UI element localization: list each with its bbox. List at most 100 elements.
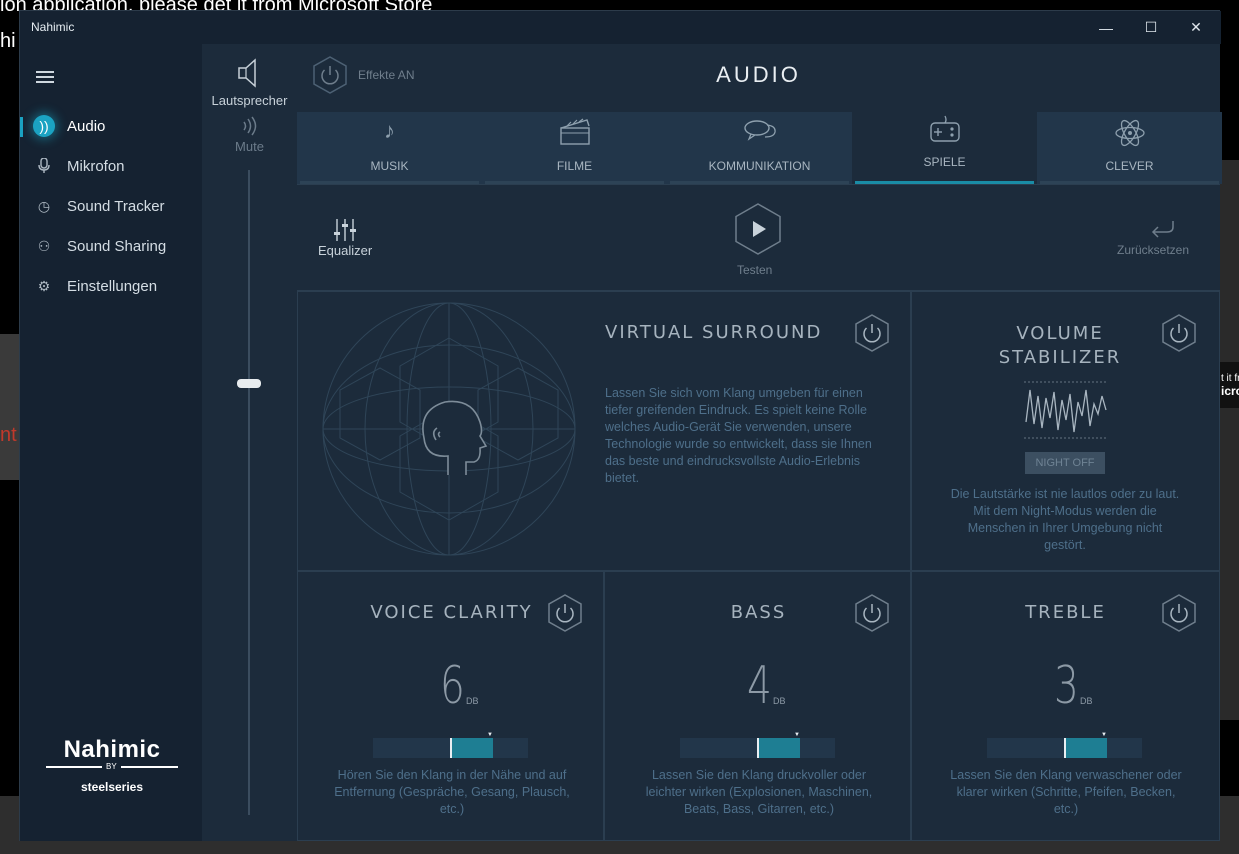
level-value: 4 bbox=[747, 656, 772, 716]
minimize-icon: — bbox=[1099, 19, 1113, 36]
caret-icon: ▼ bbox=[794, 732, 800, 738]
panel-description: Lassen Sie sich vom Klang umgeben für ei… bbox=[605, 386, 872, 485]
sidebar: )) Audio Mikrofon ◷ Sound Tracker ⚇ Soun… bbox=[20, 44, 202, 841]
tab-label: CLEVER bbox=[1105, 159, 1154, 173]
atom-icon bbox=[1037, 118, 1222, 154]
panel-description: Die Lautstärke ist nie lautlos oder zu l… bbox=[950, 487, 1180, 552]
level-unit: DB bbox=[1080, 696, 1093, 706]
reset-icon[interactable] bbox=[1149, 219, 1175, 244]
level-slider[interactable]: ▼ bbox=[680, 732, 835, 758]
level-slider[interactable]: ▼ bbox=[373, 732, 528, 758]
tab-clever[interactable]: CLEVER bbox=[1037, 112, 1222, 184]
active-indicator bbox=[20, 117, 23, 137]
play-test-button[interactable] bbox=[735, 203, 781, 255]
equalizer-icon[interactable] bbox=[333, 217, 357, 243]
gamepad-icon bbox=[852, 114, 1037, 150]
tools-row: Equalizer Testen Zurücksetzen bbox=[297, 184, 1220, 291]
nahimic-window: Nahimic — ☐ ✕ )) Audio Mikrofon ◷ Sound … bbox=[19, 10, 1222, 841]
device-label: Lautsprecher bbox=[211, 93, 288, 108]
steelseries-logo: steelseries bbox=[80, 780, 144, 794]
treble-power-button[interactable] bbox=[1162, 594, 1196, 632]
sidebar-item-audio[interactable]: )) Audio bbox=[20, 110, 202, 142]
bass-power-button[interactable] bbox=[855, 594, 889, 632]
sidebar-item-label: Einstellungen bbox=[67, 277, 158, 295]
panel-description: Lassen Sie den Klang druckvoller oder le… bbox=[645, 768, 873, 816]
tab-label: SPIELE bbox=[923, 155, 966, 169]
voice-clarity-power-button[interactable] bbox=[548, 594, 582, 632]
tab-label: FILME bbox=[556, 159, 593, 173]
mute-button[interactable]: Mute bbox=[202, 139, 297, 154]
reset-button[interactable]: Zurücksetzen bbox=[1117, 243, 1189, 257]
tab-kommunikation[interactable]: KOMMUNIKATION bbox=[667, 112, 852, 184]
compass-icon: ◷ bbox=[37, 197, 51, 214]
tab-filme[interactable]: FILME bbox=[482, 112, 667, 184]
window-title: Nahimic bbox=[31, 20, 75, 34]
tab-musik[interactable]: ♪ MUSIK bbox=[297, 112, 482, 184]
waveform-graphic bbox=[1024, 380, 1108, 440]
maximize-icon: ☐ bbox=[1144, 19, 1158, 35]
sidebar-item-label: Mikrofon bbox=[67, 157, 125, 175]
bass-panel: BASS 4 DB ▼ Lassen Sie den Klang druckvo… bbox=[604, 571, 911, 841]
close-button[interactable]: ✕ bbox=[1173, 11, 1219, 44]
power-icon bbox=[1162, 314, 1196, 352]
power-icon bbox=[548, 594, 582, 632]
volume-slider-track[interactable] bbox=[248, 170, 250, 815]
sharing-icon: ⚇ bbox=[37, 237, 51, 254]
power-icon bbox=[1162, 594, 1196, 632]
tab-spiele[interactable]: SPIELE bbox=[852, 112, 1037, 184]
level-slider-thumb[interactable] bbox=[757, 738, 759, 758]
audio-waves-icon: )) bbox=[33, 115, 55, 137]
desktop-background-strip bbox=[1219, 160, 1239, 720]
maximize-button[interactable]: ☐ bbox=[1128, 11, 1174, 44]
caret-icon: ▼ bbox=[487, 732, 493, 738]
sidebar-item-sound-sharing[interactable]: ⚇ Sound Sharing bbox=[20, 230, 202, 262]
page-title: AUDIO bbox=[716, 62, 801, 87]
level-slider-thumb[interactable] bbox=[1064, 738, 1066, 758]
volume-stabilizer-panel: VOLUME STABILIZER NIGHT OFF Die Lautstär… bbox=[911, 291, 1220, 571]
level-slider[interactable]: ▼ bbox=[987, 732, 1142, 758]
panel-description: Hören Sie den Klang in der Nähe und auf … bbox=[334, 768, 570, 816]
equalizer-button[interactable]: Equalizer bbox=[318, 243, 372, 258]
chat-bubbles-icon bbox=[667, 118, 852, 150]
volume-slider-thumb[interactable] bbox=[237, 379, 261, 388]
level-value: 6 bbox=[440, 656, 465, 716]
volume-stabilizer-power-button[interactable] bbox=[1162, 314, 1196, 352]
panel-description: Lassen Sie den Klang verwaschener oder k… bbox=[950, 768, 1182, 816]
title-bar[interactable]: Nahimic — ☐ ✕ bbox=[20, 11, 1221, 44]
voice-clarity-panel: VOICE CLARITY 6 DB ▼ Hören Sie den Klang… bbox=[297, 571, 604, 841]
virtual-surround-panel: VIRTUAL SURROUND Lassen Sie sich vom Kla… bbox=[297, 291, 911, 571]
surround-sphere-graphic bbox=[320, 298, 578, 565]
clapperboard-icon bbox=[482, 118, 667, 152]
microphone-icon bbox=[34, 156, 54, 176]
speaker-icon[interactable] bbox=[237, 58, 263, 94]
brand-by-divider: BY bbox=[46, 762, 178, 771]
power-icon bbox=[855, 314, 889, 352]
night-mode-button[interactable]: NIGHT OFF bbox=[1025, 452, 1105, 474]
level-slider-fill bbox=[451, 738, 493, 758]
panel-title: VIRTUAL SURROUND bbox=[605, 322, 823, 343]
sidebar-item-sound-tracker[interactable]: ◷ Sound Tracker bbox=[20, 190, 202, 222]
tab-label: KOMMUNIKATION bbox=[708, 159, 811, 173]
level-unit: DB bbox=[773, 696, 786, 706]
background-right-text: t it fr icro bbox=[1221, 373, 1239, 398]
sidebar-item-label: Sound Sharing bbox=[67, 237, 167, 255]
main-content: Effekte AN AUDIO ♪ MUSIK FILME KOMMUNIKA… bbox=[297, 44, 1222, 841]
hamburger-menu-icon[interactable] bbox=[36, 71, 54, 85]
volume-column: Lautsprecher Mute bbox=[202, 44, 297, 841]
minimize-button[interactable]: — bbox=[1083, 11, 1129, 44]
background-text: hi bbox=[0, 30, 16, 52]
close-icon: ✕ bbox=[1190, 19, 1202, 35]
level-slider-fill bbox=[1065, 738, 1107, 758]
level-unit: DB bbox=[466, 696, 479, 706]
brand-name: Nahimic bbox=[63, 736, 161, 763]
sidebar-item-label: Audio bbox=[67, 117, 106, 135]
virtual-surround-power-button[interactable] bbox=[855, 314, 889, 352]
caret-icon: ▼ bbox=[1101, 732, 1107, 738]
sidebar-item-einstellungen[interactable]: ⚙ Einstellungen bbox=[20, 270, 202, 302]
test-label: Testen bbox=[737, 263, 773, 277]
sidebar-item-mikrofon[interactable]: Mikrofon bbox=[20, 150, 202, 182]
level-slider-thumb[interactable] bbox=[450, 738, 452, 758]
level-value: 3 bbox=[1054, 656, 1079, 716]
profile-tabs: ♪ MUSIK FILME KOMMUNIKATION SPIELE CLEVE… bbox=[297, 112, 1222, 184]
tab-label: MUSIK bbox=[370, 159, 409, 173]
